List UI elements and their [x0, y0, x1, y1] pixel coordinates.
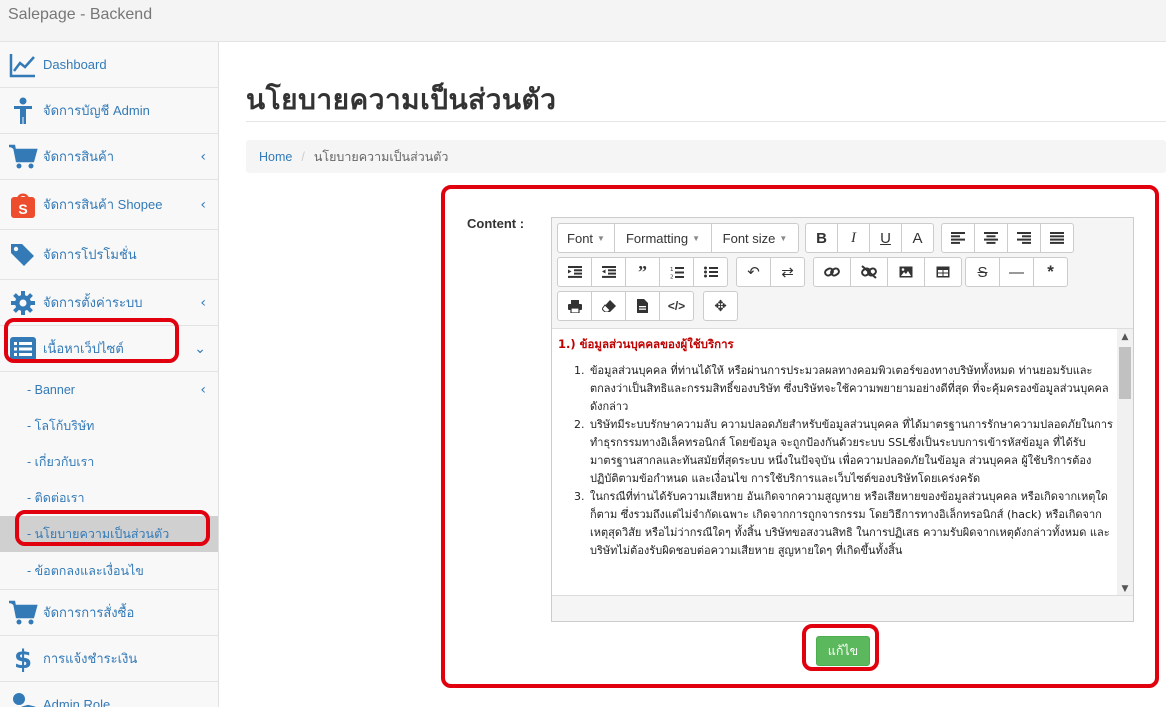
breadcrumb-current: นโยบายความเป็นส่วนตัว	[313, 149, 449, 164]
sidebar: Dashboard จัดการบัญชี Admin จัดการสินค้า…	[0, 42, 219, 707]
highlight-privacy-subitem	[15, 510, 210, 546]
sidebar-item-label: จัดการสินค้า Shopee	[43, 197, 163, 212]
sidebar-item-products[interactable]: จัดการสินค้า ‹	[0, 134, 218, 180]
app-title[interactable]: Salepage - Backend	[8, 6, 152, 24]
sidebar-item-payments[interactable]: $ การแจ้งชำระเงิน	[0, 636, 218, 682]
sidebar-subitem-label: - ข้อตกลงและเงื่อนไข	[27, 563, 144, 578]
sidebar-item-dashboard[interactable]: Dashboard	[0, 42, 218, 88]
chevron-left-icon[interactable]: ‹	[200, 149, 206, 165]
chevron-left-icon[interactable]: ‹	[200, 382, 206, 398]
sidebar-item-label: จัดการตั้งค่าระบบ	[43, 295, 143, 310]
sidebar-subitem-banner[interactable]: - Banner ‹	[0, 372, 218, 408]
sidebar-item-admin-role[interactable]: Admin Role	[0, 682, 218, 707]
divider	[246, 121, 1166, 122]
gear-icon	[8, 288, 38, 318]
breadcrumb-home-link[interactable]: Home	[259, 150, 292, 164]
chart-line-icon	[8, 50, 38, 80]
breadcrumb: Home / นโยบายความเป็นส่วนตัว	[246, 140, 1166, 173]
sidebar-subitem-label: - โลโก้บริษัท	[27, 419, 95, 433]
sidebar-item-label: การแจ้งชำระเงิน	[43, 651, 138, 666]
sidebar-subitem-logo[interactable]: - โลโก้บริษัท	[0, 408, 218, 444]
sidebar-item-orders[interactable]: จัดการการสั่งซื้อ	[0, 590, 218, 636]
user-icon	[8, 96, 38, 126]
top-bar: Salepage - Backend	[0, 0, 1166, 42]
shopee-icon: S	[8, 190, 38, 220]
sidebar-subitem-about[interactable]: - เกี่ยวกับเรา	[0, 444, 218, 480]
chevron-left-icon[interactable]: ‹	[200, 197, 206, 213]
sidebar-item-label: จัดการบัญชี Admin	[43, 103, 150, 118]
sidebar-item-shopee-products[interactable]: S จัดการสินค้า Shopee ‹	[0, 180, 218, 230]
highlight-content-panel	[441, 185, 1159, 688]
svg-text:S: S	[18, 201, 27, 217]
sidebar-subitem-terms[interactable]: - ข้อตกลงและเงื่อนไข	[0, 552, 218, 590]
sidebar-item-label: จัดการการสั่งซื้อ	[43, 605, 135, 620]
sidebar-item-label: จัดการโปรโมชั่น	[43, 247, 137, 262]
tags-icon	[8, 240, 38, 270]
highlight-website-content	[4, 318, 179, 363]
sidebar-item-label: Dashboard	[43, 57, 107, 72]
sidebar-item-label: จัดการสินค้า	[43, 149, 115, 164]
chevron-down-icon[interactable]: ⌄	[194, 341, 206, 357]
sidebar-item-promotions[interactable]: จัดการโปรโมชั่น	[0, 230, 218, 280]
cart-icon	[8, 598, 38, 628]
sidebar-subitem-label: - ติดต่อเรา	[27, 491, 85, 505]
sidebar-subitem-label: - เกี่ยวกับเรา	[27, 455, 95, 469]
sidebar-subitem-label: - Banner	[27, 383, 75, 397]
cart-icon	[8, 142, 38, 172]
breadcrumb-separator: /	[301, 149, 305, 164]
dollar-icon: $	[8, 644, 38, 674]
sidebar-item-label: Admin Role	[43, 697, 111, 707]
user-shield-icon	[8, 690, 38, 707]
sidebar-item-admin-accounts[interactable]: จัดการบัญชี Admin	[0, 88, 218, 134]
chevron-left-icon[interactable]: ‹	[200, 295, 206, 311]
svg-text:$: $	[14, 645, 32, 673]
highlight-save-button	[802, 624, 879, 671]
page-title: นโยบายความเป็นส่วนตัว	[246, 83, 557, 116]
